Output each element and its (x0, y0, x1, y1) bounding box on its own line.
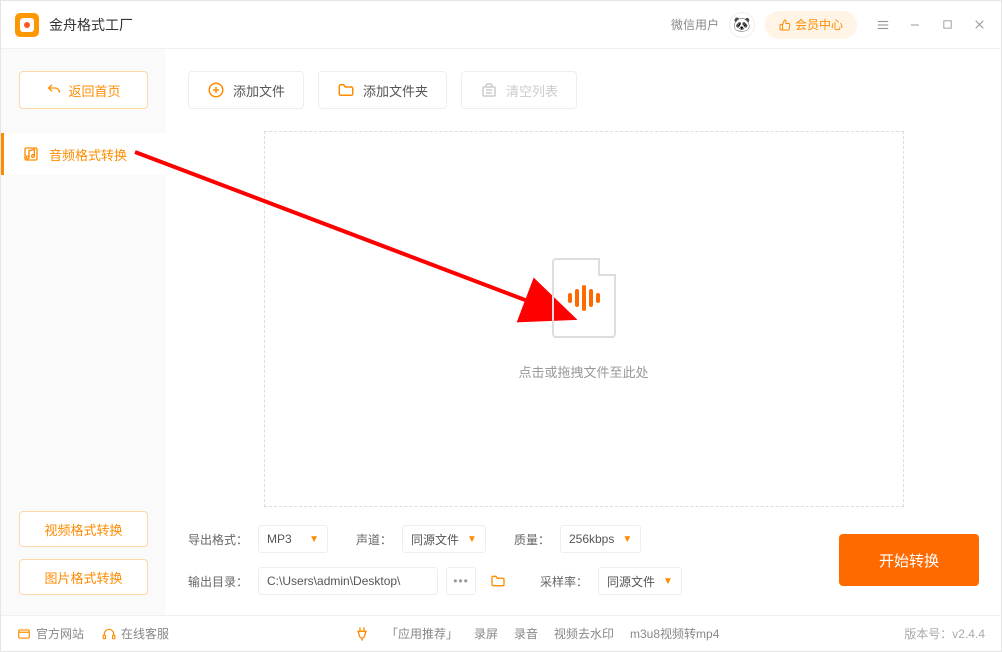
back-home-button[interactable]: 返回首页 (19, 71, 148, 109)
settings-bar: 导出格式： MP3 ▼ 声道： 同源文件 ▼ 质量： 256kbps ▼ 输出目录： (188, 525, 979, 615)
channel-value: 同源文件 (411, 531, 459, 548)
support-label: 在线客服 (121, 625, 169, 642)
recommend-link-2[interactable]: 录音 (514, 625, 538, 642)
chevron-down-icon: ▼ (663, 576, 673, 587)
browse-button[interactable]: ••• (446, 567, 476, 595)
menu-button[interactable] (875, 17, 891, 33)
chevron-down-icon: ▼ (309, 534, 319, 545)
recommend-label: 「应用推荐」 (386, 625, 458, 642)
format-label: 导出格式： (188, 531, 248, 548)
quality-label: 质量： (514, 531, 550, 548)
recommend-link-1[interactable]: 录屏 (474, 625, 498, 642)
video-mode-button[interactable]: 视频格式转换 (19, 511, 148, 547)
folder-icon (337, 81, 355, 99)
maximize-icon (942, 19, 953, 30)
quality-value: 256kbps (569, 532, 614, 546)
headset-icon (102, 627, 116, 641)
dropzone[interactable]: 点击或拖拽文件至此处 (264, 131, 904, 507)
thumbs-up-icon (779, 19, 791, 31)
music-icon (23, 146, 39, 162)
app-logo (15, 13, 39, 37)
back-icon (46, 82, 62, 98)
footer: 官方网站 在线客服 「应用推荐」 录屏 录音 视频去水印 m3u8视频转mp4 … (1, 615, 1001, 651)
minimize-icon (909, 19, 921, 31)
back-home-label: 返回首页 (68, 81, 120, 100)
open-folder-button[interactable] (484, 567, 512, 595)
titlebar: 金舟格式工厂 微信用户 🐼 会员中心 (1, 1, 1001, 49)
close-button[interactable] (971, 17, 987, 33)
format-select[interactable]: MP3 ▼ (258, 525, 328, 553)
add-folder-button[interactable]: 添加文件夹 (318, 71, 447, 109)
chevron-down-icon: ▼ (467, 534, 477, 545)
quality-select[interactable]: 256kbps ▼ (560, 525, 641, 553)
add-file-label: 添加文件 (233, 81, 285, 100)
globe-icon (17, 627, 31, 641)
dropzone-hint: 点击或拖拽文件至此处 (518, 362, 648, 381)
outdir-label: 输出目录： (188, 573, 248, 590)
start-convert-button[interactable]: 开始转换 (839, 534, 979, 586)
sidebar-item-label: 音频格式转换 (49, 145, 127, 164)
toolbar: 添加文件 添加文件夹 清空列表 (188, 71, 979, 109)
clear-list-label: 清空列表 (506, 81, 558, 100)
maximize-button[interactable] (939, 17, 955, 33)
chevron-down-icon: ▼ (622, 534, 632, 545)
recommend-link-4[interactable]: m3u8视频转mp4 (630, 625, 719, 642)
member-center-label: 会员中心 (795, 16, 843, 33)
close-icon (973, 18, 986, 31)
add-folder-label: 添加文件夹 (363, 81, 428, 100)
annotation-arrow (125, 142, 605, 362)
format-value: MP3 (267, 532, 292, 546)
add-file-button[interactable]: 添加文件 (188, 71, 304, 109)
minimize-button[interactable] (907, 17, 923, 33)
samplerate-label: 采样率： (540, 573, 588, 590)
menu-icon (876, 18, 890, 32)
channel-label: 声道： (356, 531, 392, 548)
version-text: 版本号：v2.4.4 (904, 625, 985, 642)
clear-list-button[interactable]: 清空列表 (461, 71, 577, 109)
main-panel: 添加文件 添加文件夹 清空列表 点击或拖拽文件至此处 (166, 49, 1001, 615)
official-site-link[interactable]: 官方网站 (17, 625, 84, 642)
folder-icon (490, 573, 506, 589)
file-audio-icon (552, 258, 616, 338)
outdir-path: C:\Users\admin\Desktop\ (258, 567, 438, 595)
app-title: 金舟格式工厂 (49, 15, 133, 35)
official-site-label: 官方网站 (36, 625, 84, 642)
support-link[interactable]: 在线客服 (102, 625, 169, 642)
plus-circle-icon (207, 81, 225, 99)
user-label: 微信用户 (671, 16, 719, 33)
plug-icon (354, 626, 370, 642)
recommend-link-3[interactable]: 视频去水印 (554, 625, 614, 642)
samplerate-select[interactable]: 同源文件 ▼ (598, 567, 682, 595)
clear-icon (480, 81, 498, 99)
member-center-button[interactable]: 会员中心 (765, 11, 857, 39)
samplerate-value: 同源文件 (607, 573, 655, 590)
image-mode-button[interactable]: 图片格式转换 (19, 559, 148, 595)
channel-select[interactable]: 同源文件 ▼ (402, 525, 486, 553)
user-avatar[interactable]: 🐼 (729, 12, 755, 38)
